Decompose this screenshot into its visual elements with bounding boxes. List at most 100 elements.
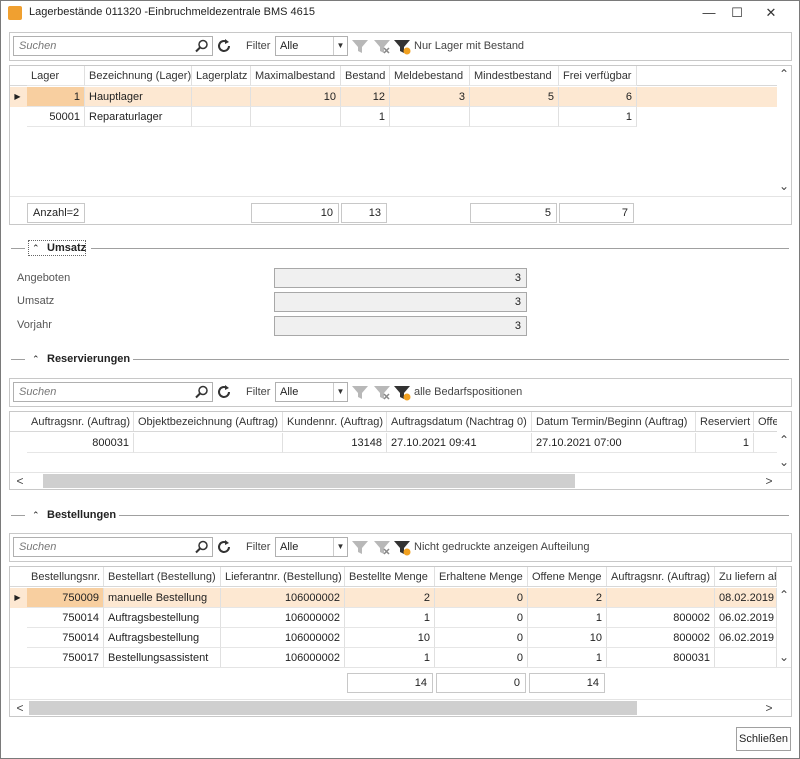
reserv-vertical-scrollbar[interactable]: ⌃ ⌄	[777, 412, 791, 472]
scroll-down-icon[interactable]: ⌄	[777, 178, 791, 194]
bestell-vertical-scrollbar[interactable]: ⌃ ⌄	[777, 567, 791, 667]
table-cell[interactable]: 1	[528, 648, 607, 668]
scroll-left-icon[interactable]: <	[13, 473, 27, 489]
filter-icon[interactable]	[351, 383, 369, 401]
table-row[interactable]: 800031 13148 27.10.2021 09:41 27.10.2021…	[10, 433, 777, 453]
table-cell[interactable]: 27.10.2021 09:41	[387, 433, 532, 453]
lager-search-input[interactable]: Suchen	[13, 36, 213, 56]
bestell-filter-select[interactable]: Alle ▼	[275, 537, 348, 557]
table-cell[interactable]: manuelle Bestellung	[104, 588, 221, 608]
table-row[interactable]: 750014 Auftragsbestellung 106000002 10 0 10 80…	[10, 628, 777, 648]
scroll-up-icon[interactable]: ⌃	[777, 66, 791, 82]
column-header[interactable]: Bezeichnung (Lager)	[85, 66, 192, 86]
table-cell[interactable]: 08.02.2019	[715, 588, 777, 608]
column-header[interactable]: Lieferantnr. (Bestellung)	[221, 567, 345, 586]
column-header[interactable]: Bestellte Menge	[345, 567, 435, 586]
table-cell[interactable]: 6	[559, 87, 637, 107]
table-cell[interactable]: 106000002	[221, 648, 345, 668]
refresh-icon[interactable]	[215, 37, 233, 55]
column-header[interactable]: Meldebestand	[390, 66, 470, 86]
column-header[interactable]: Kundennr. (Auftrag)	[283, 412, 387, 431]
table-cell[interactable]	[470, 107, 559, 127]
column-header[interactable]: Objektbezeichnung (Auftrag)	[134, 412, 283, 431]
bestell-horizontal-scrollbar[interactable]: < >	[10, 699, 791, 715]
table-cell[interactable]: 10	[345, 628, 435, 648]
column-header[interactable]: Maximalbestand	[251, 66, 341, 86]
reserv-horizontal-scrollbar[interactable]: < >	[10, 472, 791, 488]
table-cell[interactable]: Hauptlager	[85, 87, 192, 107]
chevron-up-icon[interactable]: ⌃	[32, 510, 40, 521]
table-cell[interactable]: 06.02.2019	[715, 628, 777, 648]
filter-clear-icon[interactable]	[373, 37, 391, 55]
column-header[interactable]: Auftragsdatum (Nachtrag 0)	[387, 412, 532, 431]
table-cell[interactable]: 0	[435, 628, 528, 648]
table-row[interactable]: 50001 Reparaturlager 1 1	[10, 107, 777, 127]
table-row[interactable]: ▶ 750009 manuelle Bestellung 106000002 2 0 2 08…	[10, 588, 777, 608]
close-icon[interactable]: ✕	[757, 3, 785, 23]
reserv-filter-option[interactable]: alle Bedarfspositionen	[414, 386, 522, 398]
table-cell[interactable]: 1	[345, 608, 435, 628]
table-cell[interactable]: 12	[341, 87, 390, 107]
table-cell[interactable]	[192, 87, 251, 107]
column-header[interactable]: Frei verfügbar	[559, 66, 637, 86]
refresh-icon[interactable]	[215, 538, 233, 556]
table-cell[interactable]	[390, 107, 470, 127]
table-cell[interactable]: 1	[559, 107, 637, 127]
column-header[interactable]: Mindestbestand	[470, 66, 559, 86]
table-cell[interactable]: 10	[528, 628, 607, 648]
table-cell[interactable]: 06.02.2019	[715, 608, 777, 628]
chevron-down-icon[interactable]: ▼	[333, 383, 347, 401]
lager-vertical-scrollbar[interactable]: ⌃ ⌄	[777, 66, 791, 196]
table-cell[interactable]: 13148	[283, 433, 387, 453]
column-header[interactable]: Reserviert	[696, 412, 754, 431]
table-cell[interactable]: 3	[390, 87, 470, 107]
table-cell[interactable]: Auftragsbestellung	[104, 628, 221, 648]
table-cell[interactable]: 27.10.2021 07:00	[532, 433, 696, 453]
refresh-icon[interactable]	[215, 383, 233, 401]
chevron-down-icon[interactable]: ▼	[333, 538, 347, 556]
table-cell[interactable]: 5	[470, 87, 559, 107]
table-cell[interactable]: 800002	[607, 628, 715, 648]
table-cell[interactable]: 10	[251, 87, 341, 107]
filter-active-icon[interactable]	[393, 383, 411, 401]
chevron-down-icon[interactable]: ▼	[333, 37, 347, 55]
table-cell[interactable]: 1	[27, 87, 85, 107]
scrollbar-thumb[interactable]	[29, 701, 637, 715]
maximize-icon[interactable]: ☐	[723, 3, 751, 23]
table-cell[interactable]: 750014	[27, 608, 104, 628]
table-cell[interactable]: 106000002	[221, 608, 345, 628]
table-cell[interactable]: Auftragsbestellung	[104, 608, 221, 628]
filter-icon[interactable]	[351, 538, 369, 556]
lager-filter-option[interactable]: Nur Lager mit Bestand	[414, 40, 524, 52]
column-header[interactable]: Lagerplatz	[192, 66, 251, 86]
column-header[interactable]: Offene Menge	[528, 567, 607, 586]
table-cell[interactable]: 800031	[607, 648, 715, 668]
table-cell[interactable]: 0	[435, 648, 528, 668]
column-header[interactable]: Bestellungsnr.	[27, 567, 104, 586]
table-cell[interactable]: 800002	[607, 608, 715, 628]
scroll-up-icon[interactable]: ⌃	[777, 587, 791, 603]
column-header[interactable]: Datum Termin/Beginn (Auftrag)	[532, 412, 696, 431]
table-cell[interactable]	[192, 107, 251, 127]
filter-active-icon[interactable]	[393, 538, 411, 556]
table-cell[interactable]	[134, 433, 283, 453]
search-icon[interactable]	[195, 540, 209, 554]
column-header[interactable]: Bestand	[341, 66, 390, 86]
table-cell[interactable]	[607, 588, 715, 608]
column-header[interactable]: Offe	[754, 412, 777, 431]
table-cell[interactable]: Bestellungsassistent	[104, 648, 221, 668]
table-row[interactable]: 750014 Auftragsbestellung 106000002 1 0 1 8000…	[10, 608, 777, 628]
table-cell[interactable]: 1	[528, 608, 607, 628]
table-row[interactable]: 750017 Bestellungsassistent 106000002 1 0 1 80…	[10, 648, 777, 668]
scroll-down-icon[interactable]: ⌄	[777, 649, 791, 665]
table-cell[interactable]: 0	[435, 608, 528, 628]
filter-icon[interactable]	[351, 37, 369, 55]
umsatz-section-toggle[interactable]: ⌃ Umsatz	[28, 240, 86, 256]
scroll-left-icon[interactable]: <	[13, 700, 27, 716]
table-cell[interactable]: 0	[435, 588, 528, 608]
table-cell[interactable]: 2	[528, 588, 607, 608]
table-cell[interactable]: 750014	[27, 628, 104, 648]
chevron-up-icon[interactable]: ⌃	[32, 354, 40, 365]
table-cell[interactable]: 800031	[27, 433, 134, 453]
reserv-search-input[interactable]: Suchen	[13, 382, 213, 402]
